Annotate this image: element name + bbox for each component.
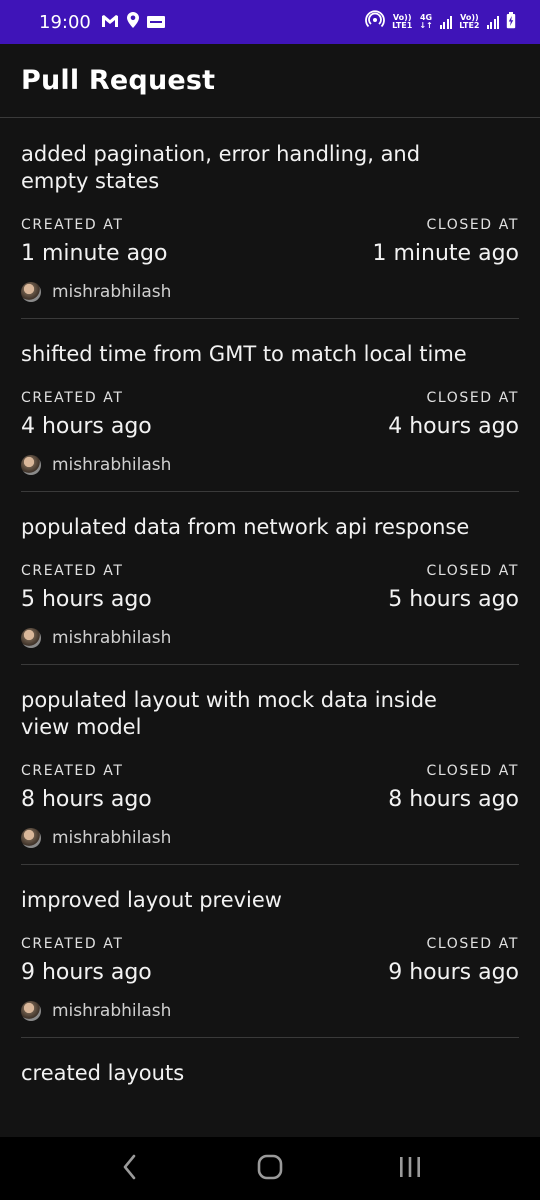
signal-icon [439,15,453,29]
avatar [21,1001,41,1021]
recents-icon [398,1156,422,1182]
avatar [21,828,41,848]
status-left: 19:00 [39,11,165,33]
gmail-icon [101,12,119,33]
location-icon [126,11,139,33]
closed-at-value: 1 minute ago [372,241,519,266]
avatar [21,455,41,475]
closed-at-label: CLOSED AT [426,217,519,233]
pull-request-item[interactable]: populated data from network api response… [21,492,519,665]
created-at-value: 1 minute ago [21,241,168,266]
pull-request-item[interactable]: shifted time from GMT to match local tim… [21,319,519,492]
pull-request-list[interactable]: added pagination, error handling, and em… [0,119,540,1137]
home-button[interactable] [240,1149,300,1189]
pr-meta-labels: CREATED AT CLOSED AT [21,763,519,779]
closed-at-value: 9 hours ago [388,960,519,985]
created-at-label: CREATED AT [21,390,124,406]
home-icon [257,1154,283,1184]
created-at-value: 9 hours ago [21,960,152,985]
pull-request-item[interactable]: added pagination, error handling, and em… [21,119,519,319]
pr-meta-values: 5 hours ago 5 hours ago [21,587,519,612]
author-name: mishrabhilash [52,455,172,475]
navigation-bar [0,1137,540,1200]
pr-author: mishrabhilash [21,282,519,302]
closed-at-label: CLOSED AT [426,763,519,779]
created-at-value: 5 hours ago [21,587,152,612]
created-at-value: 4 hours ago [21,414,152,439]
hotspot-icon [365,10,385,34]
back-icon [122,1154,138,1184]
pr-author: mishrabhilash [21,828,519,848]
pr-meta-labels: CREATED AT CLOSED AT [21,563,519,579]
closed-at-value: 5 hours ago [388,587,519,612]
author-name: mishrabhilash [52,828,172,848]
pr-title: shifted time from GMT to match local tim… [21,342,467,366]
pr-title: populated data from network api response [21,515,470,539]
author-name: mishrabhilash [52,628,172,648]
closed-at-label: CLOSED AT [426,390,519,406]
created-at-value: 8 hours ago [21,787,152,812]
sim1-label: Vo)) LTE1 [392,13,413,30]
closed-at-value: 4 hours ago [388,414,519,439]
status-right: Vo)) LTE1 4G ↓↑ Vo)) LTE2 [365,10,516,34]
pr-meta-labels: CREATED AT CLOSED AT [21,936,519,952]
pr-title: improved layout preview [21,888,282,912]
news-icon [146,16,165,28]
pr-author: mishrabhilash [21,1001,519,1021]
status-bar: 19:00 Vo)) LTE1 4G ↓↑ Vo)) LTE2 [0,0,540,44]
pr-meta-values: 8 hours ago 8 hours ago [21,787,519,812]
pr-title: created layouts [21,1061,185,1085]
pr-meta-values: 9 hours ago 9 hours ago [21,960,519,985]
created-at-label: CREATED AT [21,763,124,779]
signal-icon [486,15,499,29]
page-title: Pull Request [21,65,216,96]
avatar [21,628,41,648]
pr-title: populated layout with mock data inside v… [21,688,437,739]
closed-at-value: 8 hours ago [388,787,519,812]
pr-meta-values: 1 minute ago 1 minute ago [21,241,519,266]
battery-icon [506,11,516,33]
app-bar: Pull Request [0,44,540,118]
recents-button[interactable] [380,1149,440,1189]
network-type-label: 4G ↓↑ [419,13,433,30]
pr-meta-labels: CREATED AT CLOSED AT [21,390,519,406]
pull-request-item[interactable]: improved layout preview CREATED AT CLOSE… [21,865,519,1038]
created-at-label: CREATED AT [21,563,124,579]
created-at-label: CREATED AT [21,936,124,952]
author-name: mishrabhilash [52,282,172,302]
closed-at-label: CLOSED AT [426,563,519,579]
avatar [21,282,41,302]
pr-title: added pagination, error handling, and em… [21,142,421,193]
author-name: mishrabhilash [52,1001,172,1021]
status-time: 19:00 [39,11,91,33]
pr-author: mishrabhilash [21,628,519,648]
pr-meta-values: 4 hours ago 4 hours ago [21,414,519,439]
pr-author: mishrabhilash [21,455,519,475]
pull-request-item[interactable]: populated layout with mock data inside v… [21,665,519,865]
sim2-label: Vo)) LTE2 [459,13,480,30]
pr-meta-labels: CREATED AT CLOSED AT [21,217,519,233]
created-at-label: CREATED AT [21,217,124,233]
back-button[interactable] [100,1149,160,1189]
closed-at-label: CLOSED AT [426,936,519,952]
pull-request-item[interactable]: created layouts [21,1038,519,1103]
